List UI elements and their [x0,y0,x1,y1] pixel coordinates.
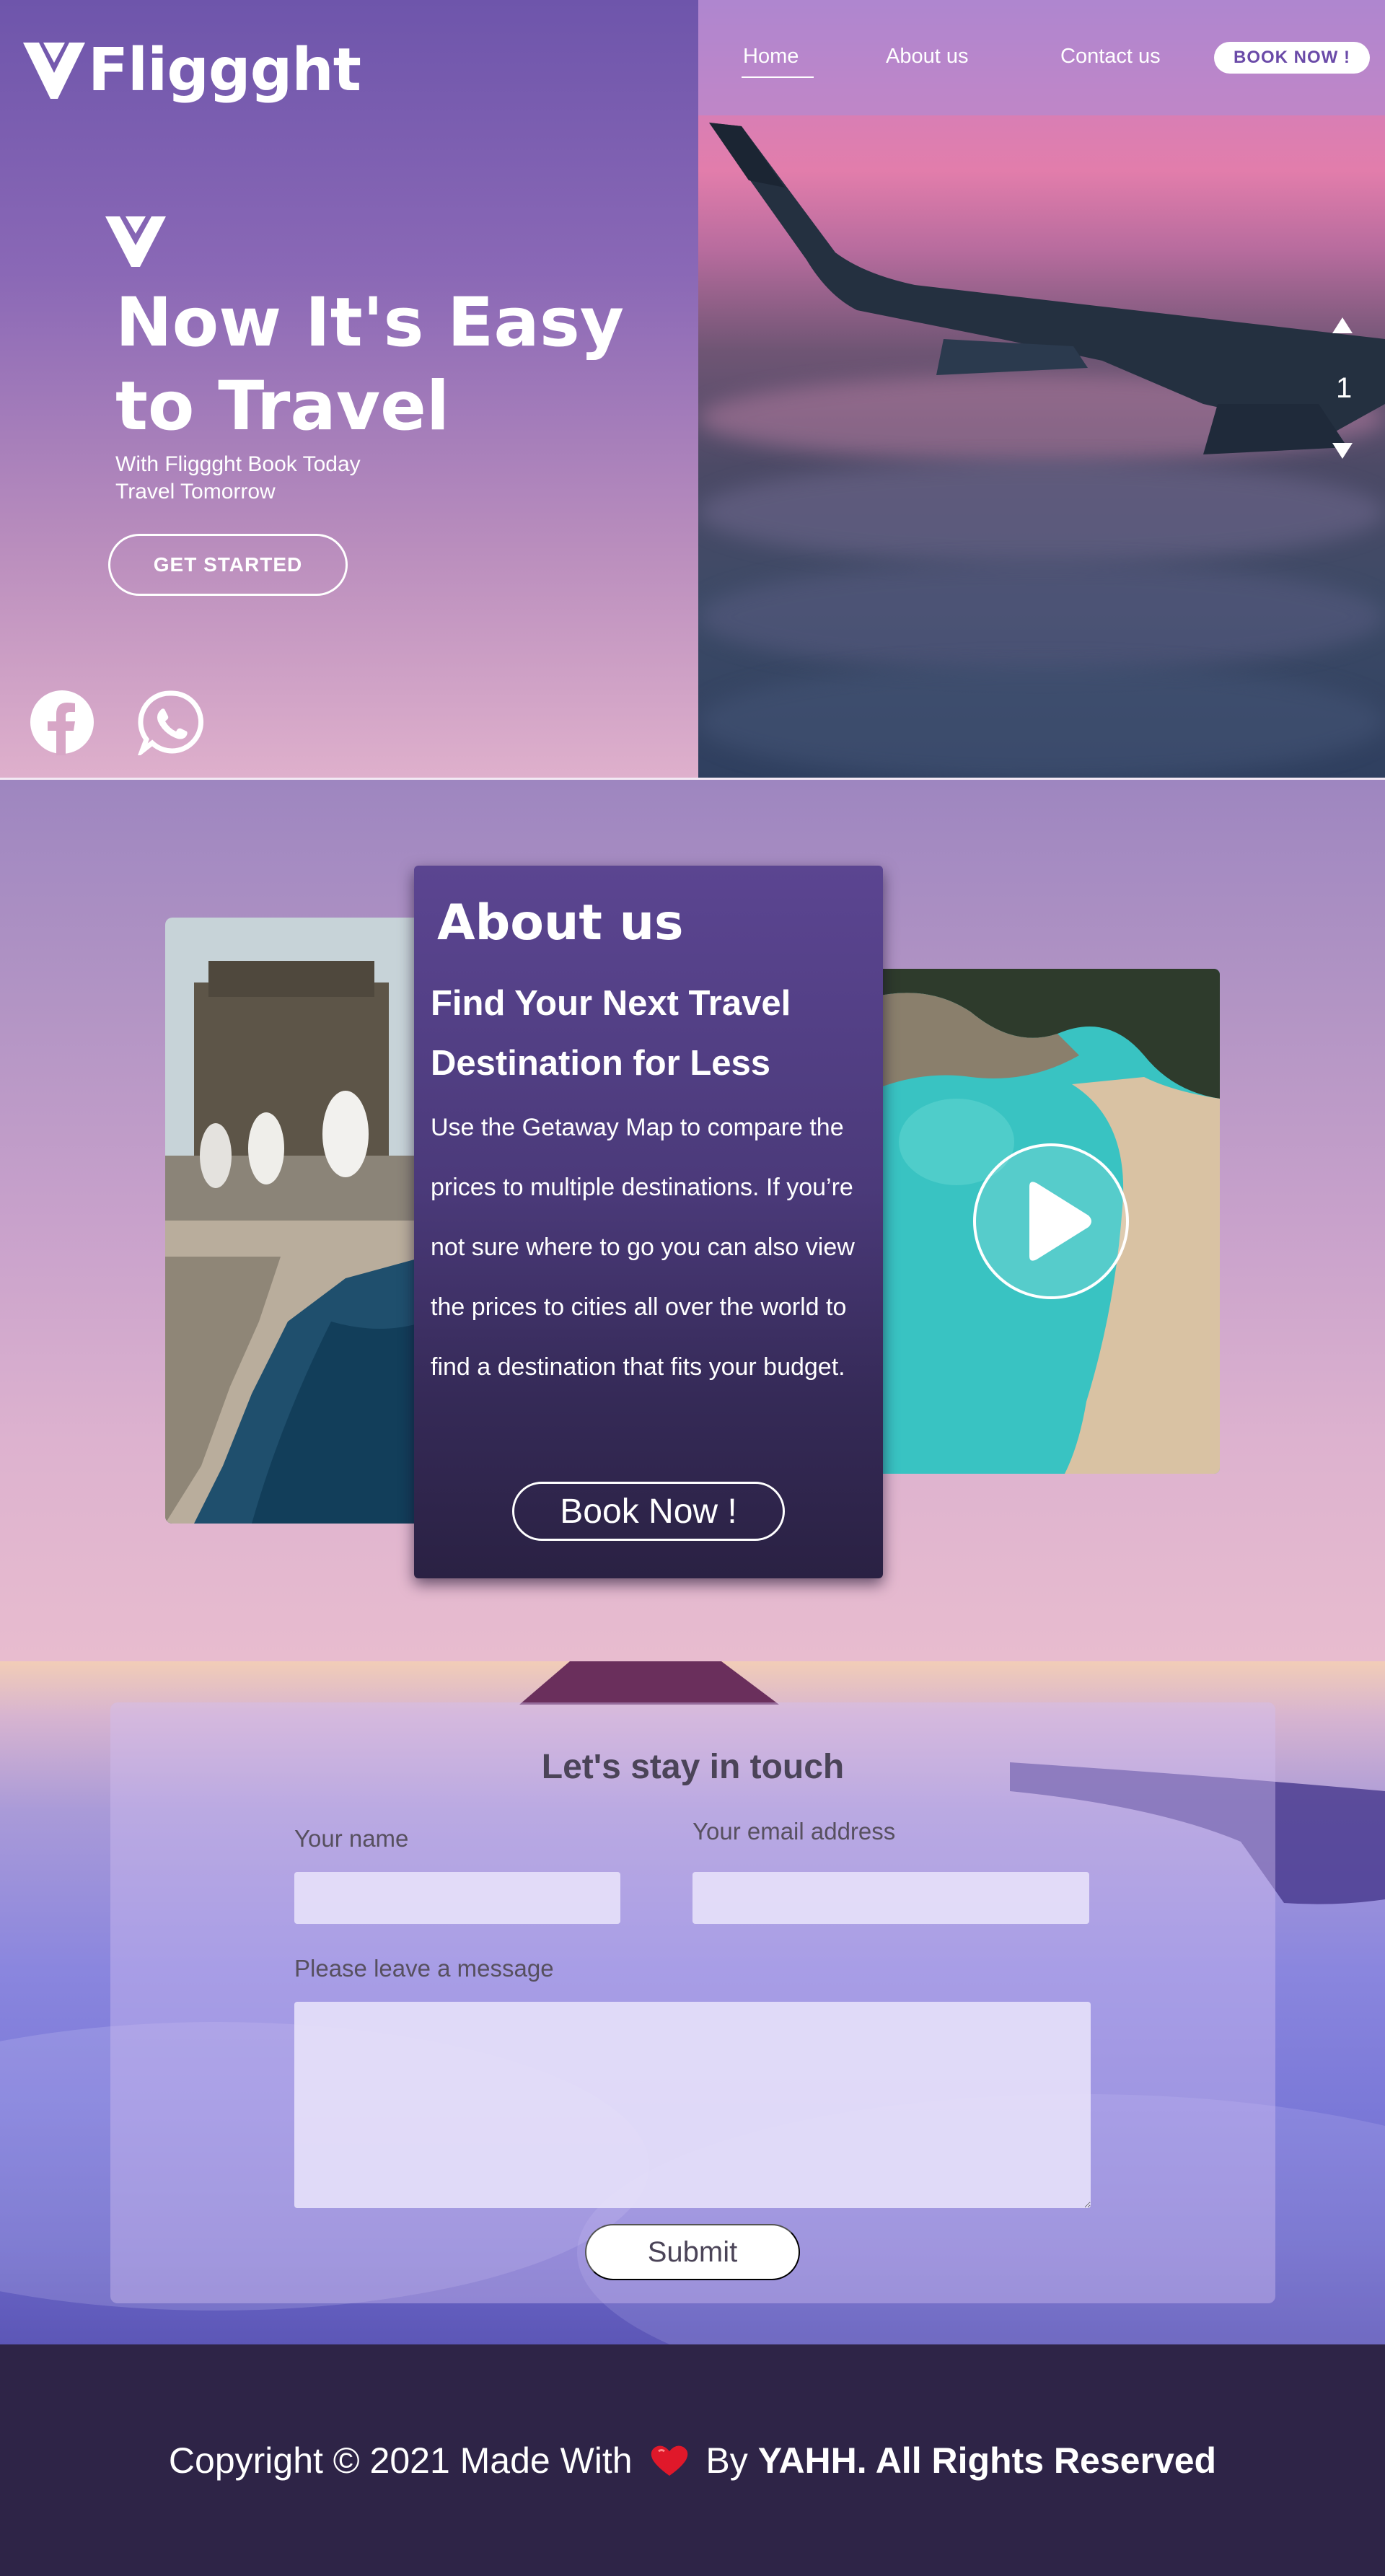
copyright-text: Copyright © 2021 Made With By YAHH. All … [0,2440,1385,2482]
get-started-button[interactable]: GET STARTED [108,534,348,596]
slider-prev-arrow-icon[interactable] [1332,316,1353,335]
nav-book-now-button[interactable]: BOOK NOW ! [1214,42,1370,74]
facebook-icon[interactable] [29,689,95,755]
about-headline: Find Your Next Travel Destination for Le… [431,984,791,1083]
hero-title: Now It's Easy to Travel [115,281,664,449]
hero-section: Fliggght Home About us Contact us BOOK N… [0,0,1385,780]
nav-home-link[interactable]: Home [743,45,799,69]
email-label: Your email address [692,1818,896,1845]
hero-chevron-icon [105,216,166,267]
brand-name: Fliggght [88,36,361,105]
hero-subtitle: With Fliggght Book Today Travel Tomorrow [115,451,548,506]
logo-chevron-icon [23,42,85,99]
message-label: Please leave a message [294,1955,554,1982]
hero-title-line-1: Now It's Easy [115,283,625,362]
slider-next-arrow-icon[interactable] [1332,441,1353,460]
contact-title: Let's stay in touch [541,1748,845,1786]
nav-active-indicator [742,76,814,78]
hero-subtitle-line-2: Travel Tomorrow [115,480,276,504]
email-input[interactable] [692,1872,1089,1924]
nav-contact-link[interactable]: Contact us [1060,45,1161,69]
hero-subtitle-line-1: With Fliggght Book Today [115,452,361,476]
slide-counter: 1 [1336,372,1353,404]
heart-icon [651,2445,687,2476]
copyright-by: By [705,2440,748,2481]
whatsapp-icon[interactable] [138,689,204,755]
hero-airplane-photo [698,0,1385,779]
about-description: Use the Getaway Map to compare the price… [431,1114,855,1381]
play-video-icon[interactable] [972,1142,1130,1301]
copyright-prefix: Copyright © 2021 Made With [168,2440,633,2481]
name-label: Your name [294,1825,409,1852]
about-title: About us [437,894,684,951]
name-input[interactable] [294,1872,620,1924]
coastal-city-photo [165,918,425,1524]
message-textarea[interactable] [294,2002,1091,2208]
submit-button[interactable]: Submit [585,2224,800,2280]
about-book-now-button[interactable]: Book Now ! [512,1482,785,1541]
hero-title-line-2: to Travel [115,367,450,446]
airplane-wing-image [709,123,1385,454]
nav-about-link[interactable]: About us [886,45,968,69]
brand-logo[interactable]: Fliggght [22,36,361,105]
copyright-owner: YAHH. All Rights Reserved [757,2440,1217,2481]
